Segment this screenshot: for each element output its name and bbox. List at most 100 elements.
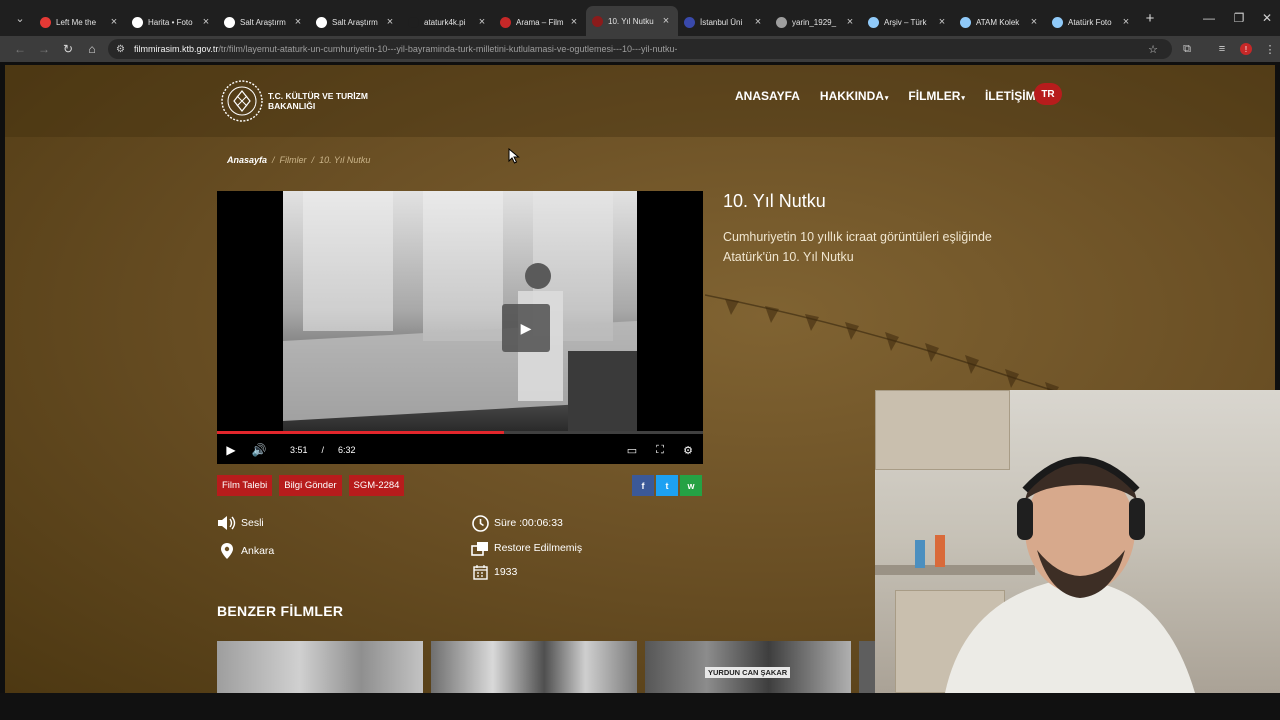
map-pin-icon: [216, 542, 238, 560]
browser-menu-icon[interactable]: ⋮: [1258, 36, 1280, 62]
home-button[interactable]: ⌂: [80, 37, 104, 61]
similar-film-thumbnail[interactable]: [217, 641, 423, 693]
tab-label: Arama – Film: [516, 17, 564, 27]
send-info-button[interactable]: Bilgi Gönder: [279, 475, 342, 496]
tab-close-icon[interactable]: ×: [200, 16, 212, 28]
volume-control-icon[interactable]: 🔊: [245, 443, 273, 457]
similar-film-thumbnail[interactable]: [431, 641, 637, 693]
tab-favicon-icon: [132, 16, 143, 28]
tab-close-icon[interactable]: ×: [292, 16, 304, 28]
close-window-button[interactable]: ✕: [1252, 0, 1280, 36]
location-label: Ankara: [241, 545, 275, 557]
new-tab-button[interactable]: +: [1138, 10, 1162, 27]
tab-label: 10. Yıl Nutku: [608, 16, 654, 26]
video-frame[interactable]: ▶: [283, 191, 637, 431]
url-bar[interactable]: ⚙ filmmirasim.ktb.gov.tr/tr/film/layemut…: [108, 39, 1172, 59]
minimize-button[interactable]: —: [1194, 0, 1224, 36]
breadcrumb-current: 10. Yıl Nutku: [319, 155, 371, 165]
tab-close-icon[interactable]: ×: [844, 16, 856, 28]
restore-button[interactable]: ❐: [1224, 0, 1254, 36]
archival-footage-still: [283, 191, 637, 431]
browser-tab[interactable]: Salt Araştırm ×: [310, 8, 402, 36]
tab-close-icon[interactable]: ×: [1028, 16, 1040, 28]
breadcrumb: Anasayfa / Filmler / 10. Yıl Nutku: [227, 155, 370, 165]
facebook-share-button[interactable]: f: [632, 475, 654, 496]
browser-tab[interactable]: Harita • Foto ×: [126, 8, 218, 36]
nav-item-1[interactable]: ANASAYFA: [735, 89, 800, 103]
browser-tab[interactable]: Left Me the ×: [34, 8, 126, 36]
forward-button[interactable]: →: [32, 37, 56, 61]
video-progress-fill: [217, 431, 504, 434]
tab-favicon-icon: [316, 16, 327, 28]
tab-close-icon[interactable]: ×: [1120, 16, 1132, 28]
breadcrumb-home[interactable]: Anasayfa: [227, 155, 267, 165]
url-path: /tr/film/layemut-ataturk-un-cumhuriyetin…: [218, 44, 678, 54]
current-time: 3:51: [290, 445, 308, 455]
webcam-overlay: [875, 390, 1280, 693]
tab-label: yarin_1929_: [792, 17, 837, 27]
browser-tab[interactable]: 10. Yıl Nutku ×: [586, 6, 678, 36]
tab-close-icon[interactable]: ×: [752, 16, 764, 28]
film-request-button[interactable]: Film Talebi: [217, 475, 273, 496]
nav-item-3[interactable]: FİLMLER▾: [908, 89, 965, 103]
calendar-icon: [469, 563, 491, 581]
settings-gear-icon[interactable]: ⚙: [674, 436, 702, 464]
restoration-label: Restore Edilmemiş: [494, 542, 583, 554]
tab-favicon-icon: [592, 15, 603, 27]
tab-label: Salt Araştırm: [332, 17, 378, 27]
site-header: [5, 65, 1275, 137]
twitter-share-button[interactable]: t: [656, 475, 678, 496]
tab-label: Atatürk Foto: [1068, 17, 1112, 27]
tab-favicon-icon: [960, 16, 971, 28]
browser-tab[interactable]: Arama – Film ×: [494, 8, 586, 36]
nav-item-label: İLETİŞİM: [984, 89, 1036, 103]
ministry-emblem-icon: [221, 80, 263, 122]
picture-in-picture-icon[interactable]: ▭: [618, 436, 646, 464]
tab-favicon-icon: [40, 16, 51, 28]
meta-location: Ankara: [216, 542, 274, 560]
meta-sound: Sesli: [216, 514, 264, 532]
site-info-icon[interactable]: ⚙: [116, 44, 130, 55]
large-play-button[interactable]: ▶: [502, 304, 550, 352]
tab-strip: Left Me the × Harita • Foto × Salt Araştırm ×…: [34, 0, 1138, 36]
browser-tab[interactable]: Salt Araştırm ×: [218, 8, 310, 36]
meta-year: 1933: [469, 563, 517, 581]
browser-tab[interactable]: ataturk4k.pi ×: [402, 8, 494, 36]
browser-tab[interactable]: yarin_1929_ ×: [770, 8, 862, 36]
url-host: filmmirasim.ktb.gov.tr: [134, 44, 219, 54]
tab-close-icon[interactable]: ×: [108, 16, 120, 28]
similar-film-thumbnail[interactable]: YURDUN CAN ŞAKAR: [645, 641, 851, 693]
ministry-logo[interactable]: T.C. KÜLTÜR VE TURİZM BAKANLIĞI: [220, 79, 388, 123]
browser-tab[interactable]: Atatürk Foto ×: [1046, 8, 1138, 36]
bookmark-star-icon[interactable]: ☆: [1148, 43, 1158, 56]
tab-label: Harita • Foto: [148, 17, 193, 27]
breadcrumb-separator: /: [311, 155, 315, 165]
nav-item-label: HAKKINDA: [819, 89, 884, 103]
media-control-icon[interactable]: ≡: [1210, 36, 1234, 62]
browser-tab[interactable]: İstanbul Üni ×: [678, 8, 770, 36]
tab-close-icon[interactable]: ×: [660, 15, 672, 27]
nav-item-4[interactable]: İLETİŞİM: [985, 89, 1036, 103]
video-player[interactable]: ▶ ▶ 🔊 3:51 / 6:32 ▭ ⛶ ⚙: [217, 191, 703, 464]
browser-tab[interactable]: Arşiv – Türk ×: [862, 8, 954, 36]
tab-close-icon[interactable]: ×: [384, 16, 396, 28]
profile-button[interactable]: !: [1234, 36, 1258, 62]
back-button[interactable]: ←: [8, 37, 32, 61]
tab-close-icon[interactable]: ×: [476, 16, 488, 28]
play-icon[interactable]: ▶: [217, 443, 245, 457]
extensions-icon[interactable]: ⧉: [1175, 36, 1199, 62]
reload-button[interactable]: ↻: [56, 37, 80, 61]
tab-label: ATAM Kolek: [976, 17, 1020, 27]
browser-tab[interactable]: ATAM Kolek ×: [954, 8, 1046, 36]
whatsapp-share-button[interactable]: w: [680, 475, 702, 496]
fullscreen-icon[interactable]: ⛶: [646, 436, 674, 464]
nav-item-2[interactable]: HAKKINDA▾: [820, 89, 889, 103]
language-switch[interactable]: TR: [1034, 83, 1062, 105]
tab-close-icon[interactable]: ×: [568, 16, 580, 28]
tab-close-icon[interactable]: ×: [936, 16, 948, 28]
nav-item-label: ANASAYFA: [735, 89, 800, 103]
tab-favicon-icon: [776, 16, 787, 28]
tab-search-button[interactable]: ⌄: [6, 5, 34, 31]
video-progress-bar[interactable]: [217, 431, 703, 434]
breadcrumb-filmler[interactable]: Filmler: [280, 155, 307, 165]
